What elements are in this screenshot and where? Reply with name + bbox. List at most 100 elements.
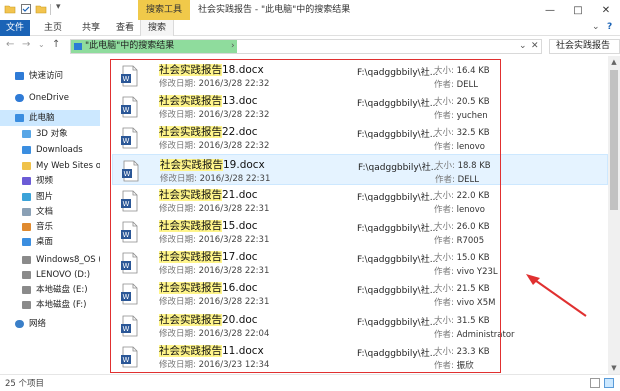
details-view-icon[interactable] [590,378,600,388]
file-name[interactable]: 社会实践报告16.doc [159,280,258,295]
navigation-pane: 快速访问 OneDrive 此电脑 3D 对象 Downloads My Web Site… [0,56,100,374]
tab-share[interactable]: 共享 [76,20,106,36]
sidebar-item[interactable]: 网络 [0,316,100,332]
sidebar-item[interactable]: 本地磁盘 (E:) [0,282,100,298]
file-size: 大小: 20.5 KB [434,97,490,108]
sidebar-item[interactable]: LENOVO (D:) [0,267,100,283]
address-bar[interactable]: "此电脑"中的搜索结果 › ⌄ ✕ [70,39,542,54]
sidebar-item[interactable]: 图片 [0,189,100,205]
scrollbar-thumb[interactable] [610,70,618,210]
file-name[interactable]: 社会实践报告20.doc [159,312,258,327]
sidebar-item[interactable]: Downloads [0,142,100,158]
file-modified-date: 修改日期: 2016/3/28 22:31 [159,203,270,214]
search-box[interactable]: 社会实践报告 [549,39,620,54]
file-name[interactable]: 社会实践报告21.doc [159,187,258,202]
word-document-icon: W [121,346,138,368]
quick-access-dropdown-icon[interactable]: ▾ [56,2,68,14]
path-chevron-icon[interactable]: › [231,40,235,53]
sidebar-item[interactable]: 快速访问 [0,68,100,84]
svg-text:W: W [123,75,130,83]
item-count: 25 个项目 [5,379,45,389]
file-path: F:\qadggbbily\社... [357,68,439,78]
scroll-down-icon[interactable]: ▼ [608,362,620,374]
file-row[interactable]: W 社会实践报告19.docx 修改日期: 2016/3/28 22:31 F:\qa… [112,153,608,185]
sidebar-item[interactable]: OneDrive [0,90,100,106]
file-name[interactable]: 社会实践报告13.doc [159,93,258,108]
new-folder-icon[interactable] [35,3,47,15]
file-name-suffix: 21.doc [222,188,258,201]
music-icon [22,223,31,231]
sidebar-item[interactable]: 3D 对象 [0,126,100,142]
word-document-icon: W [121,221,138,243]
maximize-button[interactable]: □ [564,0,592,20]
file-row[interactable]: W 社会实践报告21.doc 修改日期: 2016/3/28 22:31 F:\qad… [112,185,608,216]
sidebar-item[interactable]: 本地磁盘 (F:) [0,297,100,313]
content-view-icon[interactable] [604,378,614,388]
sidebar-item[interactable]: 音乐 [0,219,100,235]
file-size: 大小: 23.3 KB [434,346,490,357]
svg-text:W: W [123,137,130,145]
search-match-highlight: 社会实践报告 [159,95,222,108]
sidebar-item-label: 3D 对象 [36,129,68,139]
file-name[interactable]: 社会实践报告22.doc [159,124,258,139]
sidebar-item-label: Downloads [36,145,83,155]
tab-view[interactable]: 查看 [110,20,140,36]
search-match-highlight: 社会实践报告 [159,64,222,76]
file-row[interactable]: W 社会实践报告15.doc 修改日期: 2016/3/28 22:31 F:\qad… [112,216,608,247]
word-document-icon: W [121,283,138,305]
file-list: W 社会实践报告18.docx 修改日期: 2016/3/28 22:32 F:\qa… [104,56,608,374]
sidebar-item[interactable]: 视频 [0,173,100,189]
forward-button[interactable]: → [22,39,30,50]
file-modified-date: 修改日期: 2016/3/28 22:32 [159,79,270,89]
back-button[interactable]: ← [6,39,14,50]
sidebar-item[interactable]: 此电脑 [0,110,100,126]
sidebar-item-label: OneDrive [29,93,69,103]
file-name[interactable]: 社会实践报告18.docx [159,62,264,77]
ribbon-collapse-icon[interactable]: ⌄ [592,22,600,32]
svg-text:W: W [124,170,131,178]
file-author: 作者: Administrator [434,329,515,340]
sidebar-item[interactable]: 桌面 [0,234,100,250]
file-author: 作者: vivo Y23L [434,267,498,278]
address-dropdown-icon[interactable]: ⌄ [519,40,527,53]
sidebar-item[interactable]: 文档 [0,204,100,220]
file-name[interactable]: 社会实践报告17.doc [159,249,258,264]
file-row[interactable]: W 社会实践报告13.doc 修改日期: 2016/3/28 22:32 F:\qad… [112,91,608,122]
search-input[interactable]: 社会实践报告 [556,40,610,53]
file-row[interactable]: W 社会实践报告22.doc 修改日期: 2016/3/28 22:32 F:\qad… [112,122,608,153]
minimize-button[interactable]: — [536,0,564,20]
tab-home[interactable]: 主页 [38,20,68,36]
address-path: "此电脑"中的搜索结果 [85,41,175,51]
sidebar-item-label: Windows8_OS (C:) [36,255,100,265]
sidebar-item[interactable]: My Web Sites on I [0,158,100,174]
sidebar-item[interactable]: Windows8_OS (C:) [0,252,100,268]
svg-text:W: W [123,293,130,301]
file-size: 大小: 18.8 KB [435,160,491,171]
file-size: 大小: 22.0 KB [434,190,490,201]
up-button[interactable]: ↑ [52,39,60,50]
sidebar-item-label: My Web Sites on I [36,161,100,171]
scroll-up-icon[interactable]: ▲ [608,56,620,68]
tab-file[interactable]: 文件 [0,20,30,36]
checkbox-icon[interactable] [20,3,32,15]
file-row[interactable]: W 社会实践报告18.docx 修改日期: 2016/3/28 22:32 F:\qa… [112,60,608,91]
file-row[interactable]: W 社会实践报告11.docx 修改日期: 2016/3/23 12:34 F:\qa… [112,341,608,372]
close-button[interactable]: ✕ [592,0,620,20]
annotation-arrow-icon [526,274,587,317]
refresh-close-icon[interactable]: ✕ [531,40,539,53]
sidebar-item-label: 视频 [36,176,54,186]
file-name[interactable]: 社会实践报告19.docx [160,157,265,172]
file-name[interactable]: 社会实践报告11.docx [159,343,264,358]
vertical-scrollbar[interactable]: ▲ ▼ [608,56,620,374]
context-tab-search-tools[interactable]: 搜索工具 [138,0,190,20]
file-size: 大小: 16.4 KB [434,66,490,76]
tab-search[interactable]: 搜索 [140,20,174,36]
folder-icon [4,5,16,14]
file-name[interactable]: 社会实践报告15.doc [159,218,258,233]
sidebar-item-label: 桌面 [36,237,54,247]
file-name-suffix: 20.doc [222,313,258,326]
help-icon[interactable]: ? [607,22,612,32]
search-match-highlight: 社会实践报告 [159,220,222,232]
file-path: F:\qadggbbily\社... [357,224,439,234]
recent-locations-icon[interactable]: ⌄ [38,40,45,49]
